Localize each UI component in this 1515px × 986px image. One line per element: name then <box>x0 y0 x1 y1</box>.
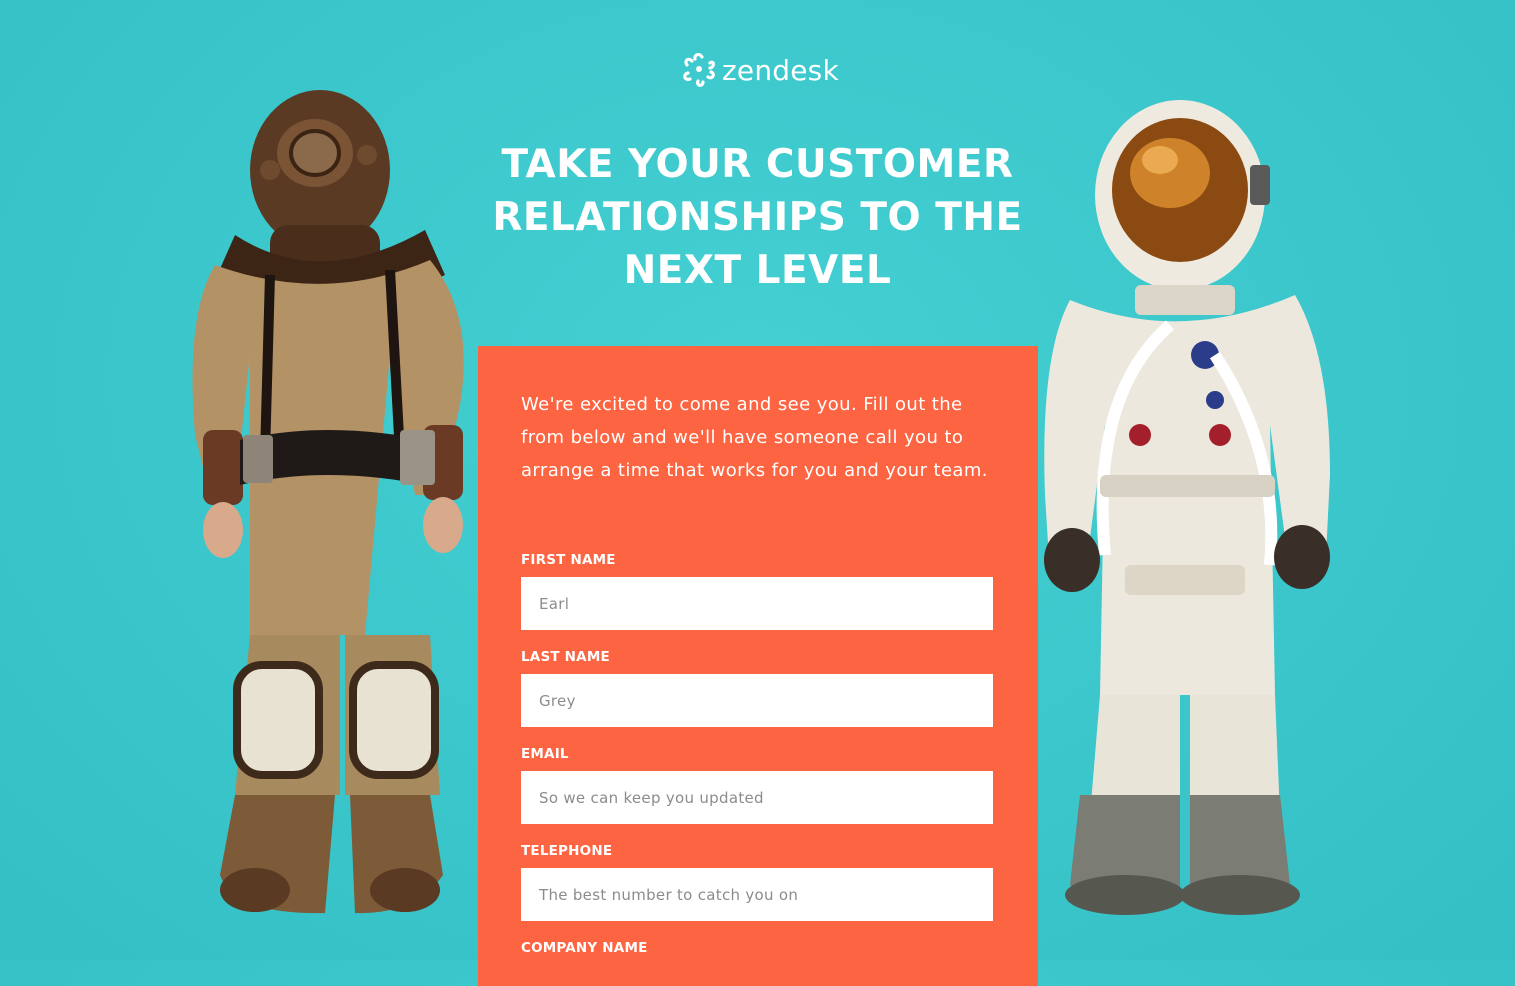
zendesk-logo[interactable]: zendesk <box>682 50 842 90</box>
last-name-label: LAST NAME <box>521 649 610 665</box>
contact-form-card: We're excited to come and see you. Fill … <box>478 346 1038 986</box>
astronaut-suit-figure <box>1044 100 1330 915</box>
zendesk-flower-icon <box>683 53 715 87</box>
logo-wordmark: zendesk <box>722 53 839 87</box>
page-headline: TAKE YOUR CUSTOMER RELATIONSHIPS TO THE … <box>470 138 1045 297</box>
diving-suit-figure <box>192 90 464 914</box>
first-name-label: FIRST NAME <box>521 552 616 568</box>
headline-line-1: TAKE YOUR CUSTOMER <box>501 142 1014 187</box>
company-name-label: COMPANY NAME <box>521 940 648 956</box>
email-label: EMAIL <box>521 746 569 762</box>
first-name-input[interactable] <box>521 577 993 630</box>
headline-line-3: NEXT LEVEL <box>623 248 892 293</box>
form-intro-text: We're excited to come and see you. Fill … <box>521 394 988 481</box>
telephone-label: TELEPHONE <box>521 843 613 859</box>
last-name-input[interactable] <box>521 674 993 727</box>
headline-line-2: RELATIONSHIPS TO THE <box>492 195 1023 240</box>
email-input[interactable] <box>521 771 993 824</box>
telephone-input[interactable] <box>521 868 993 921</box>
